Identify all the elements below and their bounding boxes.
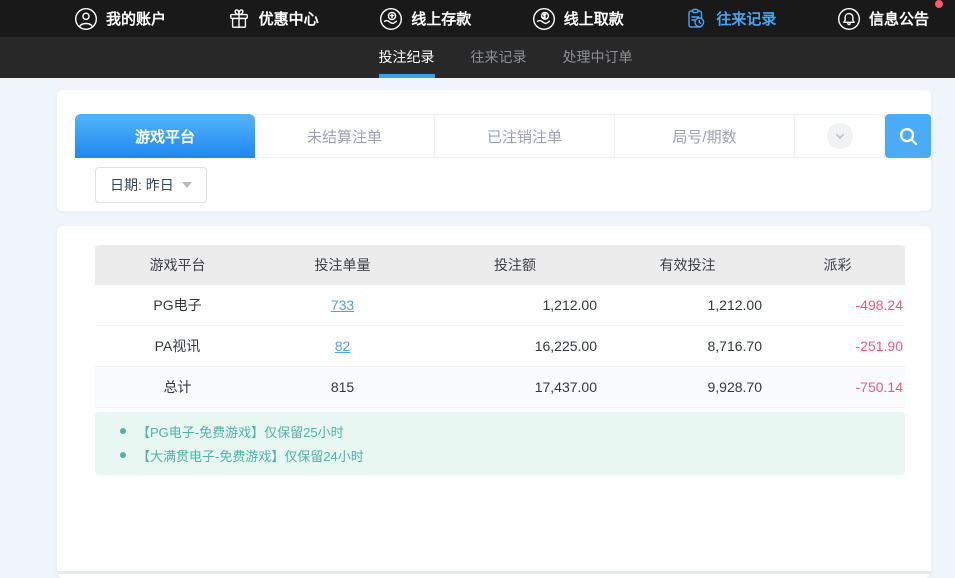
nav-withdraw[interactable]: 线上取款 — [532, 7, 624, 31]
date-filter-button[interactable]: 日期: 昨日 — [95, 167, 207, 203]
note-line: 【大满贯电子-免费游戏】仅保留24小时 — [95, 443, 905, 467]
filter-tab-bar: 游戏平台 未结算注单 已注销注单 局号/期数 — [75, 114, 931, 158]
note-text: 【大满贯电子-免费游戏】仅保留24小时 — [137, 446, 364, 465]
col-header-valid-bet: 有效投注 — [605, 255, 770, 275]
cell-valid-bet: 1,212.00 — [605, 297, 770, 313]
tab-transaction-records[interactable]: 往来记录 — [471, 37, 527, 78]
col-header-platform: 游戏平台 — [95, 255, 260, 275]
table-row: PG电子 733 1,212.00 1,212.00 -498.24 — [95, 285, 905, 326]
search-button[interactable] — [885, 114, 931, 158]
nav-label: 线上取款 — [564, 8, 624, 29]
user-icon — [74, 7, 98, 31]
cell-platform: PG电子 — [95, 295, 260, 315]
tab-betting-records[interactable]: 投注纪录 — [379, 37, 435, 78]
cell-order-count: 815 — [260, 379, 425, 395]
order-count-link[interactable]: 733 — [331, 297, 354, 313]
nav-transaction-records[interactable]: 往来记录 — [684, 7, 776, 31]
cell-platform: PA视讯 — [95, 336, 260, 356]
cell-valid-bet: 8,716.70 — [605, 338, 770, 354]
nav-promotions[interactable]: 优惠中心 — [227, 7, 319, 31]
cell-payout: -251.90 — [770, 338, 905, 354]
withdraw-coin-hand-icon — [532, 7, 556, 31]
table-total-row: 总计 815 17,437.00 9,928.70 -750.14 — [95, 367, 905, 408]
cell-payout: -750.14 — [770, 379, 905, 395]
top-navigation: 我的账户 优惠中心 线上存款 线上取款 往来记录 信息公告 — [0, 0, 955, 37]
record-type-tabs: 投注纪录 往来记录 处理中订单 — [0, 37, 955, 78]
nav-deposit[interactable]: 线上存款 — [379, 7, 471, 31]
nav-label: 往来记录 — [716, 8, 776, 29]
bullet-dot-icon — [120, 452, 126, 458]
bet-summary-table: 游戏平台 投注单量 投注额 有效投注 派彩 PG电子 733 1,212.00 … — [95, 245, 905, 408]
caret-down-icon — [182, 182, 192, 188]
filter-tab-game-platform[interactable]: 游戏平台 — [75, 114, 255, 158]
order-count-link[interactable]: 82 — [335, 338, 351, 354]
cell-bet-amount: 17,437.00 — [425, 379, 605, 395]
main-content: 游戏平台 未结算注单 已注销注单 局号/期数 日期: 昨日 — [0, 78, 955, 574]
cell-platform: 总计 — [95, 377, 260, 397]
table-header-row: 游戏平台 投注单量 投注额 有效投注 派彩 — [95, 245, 905, 285]
filter-card: 游戏平台 未结算注单 已注销注单 局号/期数 日期: 昨日 — [57, 90, 931, 211]
results-card: 游戏平台 投注单量 投注额 有效投注 派彩 PG电子 733 1,212.00 … — [57, 226, 931, 578]
notification-dot — [935, 0, 943, 8]
cell-valid-bet: 9,928.70 — [605, 379, 770, 395]
cell-bet-amount: 1,212.00 — [425, 297, 605, 313]
clipboard-clock-icon — [684, 7, 708, 31]
note-text: 【PG电子-免费游戏】仅保留25小时 — [137, 422, 344, 441]
cell-payout: -498.24 — [770, 297, 905, 313]
col-header-payout: 派彩 — [770, 255, 905, 275]
cell-bet-amount: 16,225.00 — [425, 338, 605, 354]
filter-tab-cancelled[interactable]: 已注销注单 — [435, 114, 615, 158]
promo-notes-box: 【PG电子-免费游戏】仅保留25小时 【大满贯电子-免费游戏】仅保留24小时 — [95, 412, 905, 475]
tab-processing-orders[interactable]: 处理中订单 — [563, 37, 633, 78]
chevron-down-icon — [827, 123, 853, 149]
bell-icon — [837, 7, 861, 31]
date-filter-label: 日期: 昨日 — [110, 175, 174, 195]
nav-announcements[interactable]: 信息公告 — [837, 7, 929, 31]
nav-label: 我的账户 — [106, 8, 166, 29]
magnifier-icon — [897, 125, 920, 148]
note-line: 【PG电子-免费游戏】仅保留25小时 — [95, 419, 905, 443]
nav-label: 线上存款 — [411, 8, 471, 29]
deposit-coin-hand-icon — [379, 7, 403, 31]
filter-tab-round-number[interactable]: 局号/期数 — [615, 114, 795, 158]
gift-icon — [227, 7, 251, 31]
page: 我的账户 优惠中心 线上存款 线上取款 往来记录 信息公告 投注纪录 往来记录 … — [0, 0, 955, 574]
filter-tab-unsettled[interactable]: 未结算注单 — [255, 114, 435, 158]
nav-my-account[interactable]: 我的账户 — [74, 7, 166, 31]
nav-label: 优惠中心 — [259, 8, 319, 29]
bullet-dot-icon — [120, 428, 126, 434]
col-header-order-count: 投注单量 — [260, 255, 425, 275]
nav-label: 信息公告 — [869, 8, 929, 29]
col-header-bet-amount: 投注额 — [425, 255, 605, 275]
table-row: PA视讯 82 16,225.00 8,716.70 -251.90 — [95, 326, 905, 367]
filter-dropdown[interactable] — [795, 114, 885, 158]
